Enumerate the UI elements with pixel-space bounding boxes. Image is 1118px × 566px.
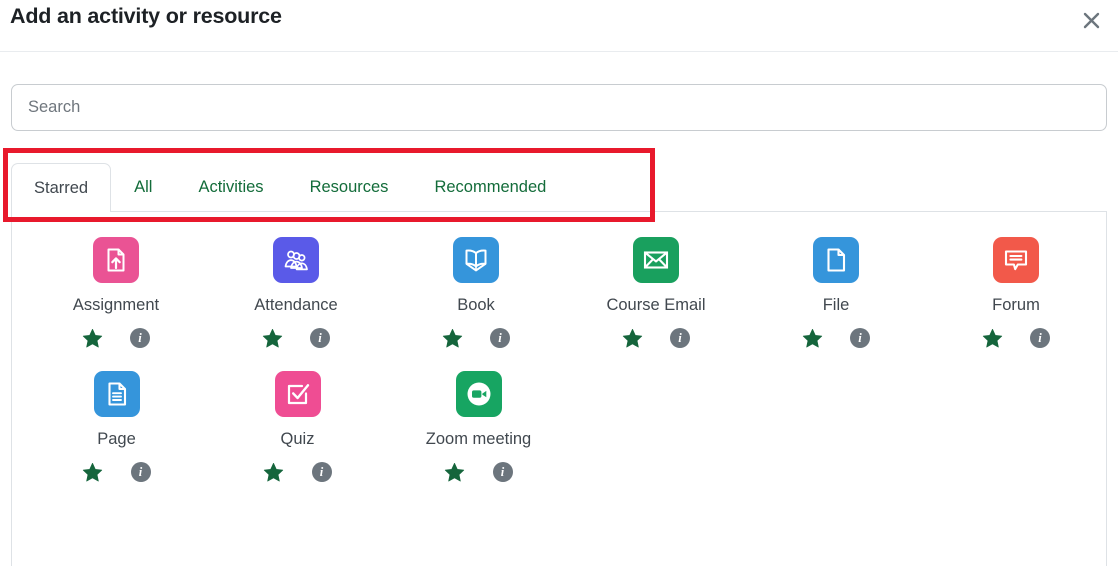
module-name[interactable]: Zoom meeting (426, 430, 531, 449)
info-icon[interactable]: i (669, 327, 691, 349)
tab-bar-region: Starred All Activities Resources Recommended (11, 160, 1107, 213)
star-icon[interactable] (444, 461, 466, 483)
module-name[interactable]: Forum (992, 296, 1040, 315)
info-badge: i (310, 328, 330, 348)
tab-resources[interactable]: Resources (287, 163, 412, 211)
close-button[interactable] (1077, 6, 1105, 34)
module-actions: i (621, 327, 691, 349)
module-actions: i (82, 461, 152, 483)
add-activity-dialog: Add an activity or resource Starred All Ac… (0, 0, 1118, 566)
forum-icon[interactable] (993, 237, 1039, 283)
module-item: Quiz i (207, 371, 388, 483)
module-name[interactable]: Attendance (254, 296, 337, 315)
tab-label: Activities (198, 178, 264, 196)
tab-label: Starred (34, 178, 89, 197)
module-actions: i (81, 327, 151, 349)
video-camera-icon[interactable] (455, 371, 502, 417)
module-item: Page i (26, 371, 207, 483)
module-name[interactable]: Page (97, 430, 136, 449)
tab-label: Recommended (434, 178, 547, 196)
info-badge: i (850, 328, 870, 348)
info-icon[interactable]: i (130, 461, 152, 483)
dialog-title: Add an activity or resource (10, 4, 282, 28)
info-icon[interactable]: i (309, 327, 331, 349)
dialog-header: Add an activity or resource (0, 0, 1118, 52)
star-icon[interactable] (981, 327, 1003, 349)
close-icon (1083, 12, 1100, 29)
star-icon[interactable] (261, 327, 283, 349)
info-icon[interactable]: i (489, 327, 511, 349)
tab-all[interactable]: All (111, 163, 175, 211)
star-icon[interactable] (81, 327, 103, 349)
module-item: Course Email i (566, 237, 746, 349)
tab-recommended[interactable]: Recommended (411, 163, 569, 211)
info-icon[interactable]: i (849, 327, 871, 349)
tab-label: Resources (309, 178, 389, 196)
info-badge: i (492, 462, 513, 482)
module-item: File i (746, 237, 926, 349)
module-name[interactable]: File (823, 296, 850, 315)
tab-label: All (134, 178, 153, 196)
module-grid: Assignment i Attendance i Book i Course Email i… (12, 212, 1106, 483)
module-row: Page i Quiz i Zoom meeting i (26, 371, 1106, 483)
info-icon[interactable]: i (129, 327, 151, 349)
module-chooser-panel: Assignment i Attendance i Book i Course Email i… (11, 212, 1107, 566)
star-icon[interactable] (621, 327, 643, 349)
assignment-icon[interactable] (93, 237, 139, 283)
tab-bar: Starred All Activities Resources Recommended (11, 160, 1107, 212)
module-item: Attendance i (206, 237, 386, 349)
info-icon[interactable]: i (1029, 327, 1051, 349)
tab-starred[interactable]: Starred (11, 163, 112, 212)
module-actions: i (444, 461, 514, 483)
module-row: Assignment i Attendance i Book i Course Email i… (26, 237, 1106, 349)
star-icon[interactable] (263, 461, 285, 483)
file-icon[interactable] (813, 237, 859, 283)
quiz-icon[interactable] (274, 371, 321, 417)
info-badge: i (490, 328, 510, 348)
search-input[interactable] (11, 84, 1107, 131)
module-name[interactable]: Course Email (606, 296, 705, 315)
module-item: Forum i (926, 237, 1106, 349)
page-icon[interactable] (93, 371, 140, 417)
star-icon[interactable] (441, 327, 463, 349)
module-name[interactable]: Quiz (281, 430, 315, 449)
module-item: Zoom meeting i (388, 371, 569, 483)
module-actions: i (801, 327, 871, 349)
info-icon[interactable]: i (492, 461, 514, 483)
info-badge: i (130, 462, 151, 482)
info-badge: i (311, 462, 332, 482)
info-badge: i (1030, 328, 1050, 348)
module-actions: i (261, 327, 331, 349)
module-actions: i (263, 461, 333, 483)
info-badge: i (130, 328, 150, 348)
module-item: Book i (386, 237, 566, 349)
module-name[interactable]: Assignment (73, 296, 159, 315)
star-icon[interactable] (801, 327, 823, 349)
attendance-icon[interactable] (273, 237, 319, 283)
envelope-icon[interactable] (633, 237, 679, 283)
module-actions: i (441, 327, 511, 349)
search-field-wrapper (11, 84, 1107, 131)
info-icon[interactable]: i (311, 461, 333, 483)
module-item: Assignment i (26, 237, 206, 349)
module-name[interactable]: Book (457, 296, 495, 315)
tab-activities[interactable]: Activities (175, 163, 286, 211)
module-actions: i (981, 327, 1051, 349)
star-icon[interactable] (82, 461, 104, 483)
book-icon[interactable] (453, 237, 499, 283)
info-badge: i (670, 328, 690, 348)
